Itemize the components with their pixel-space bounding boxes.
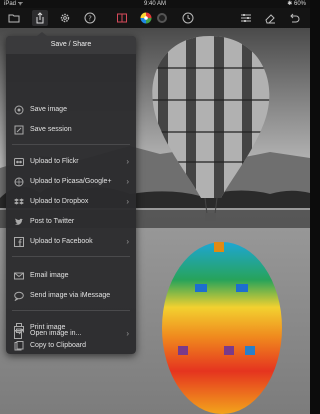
color-wheel-icon[interactable] <box>138 10 154 26</box>
sliders-icon[interactable] <box>238 10 254 26</box>
menu-item-dropbox[interactable]: Upload to Dropbox › <box>6 194 136 210</box>
gear-icon[interactable] <box>57 10 73 26</box>
menu-item-label: Upload to Picasa/Google+ <box>30 178 112 185</box>
save-session-icon <box>14 125 24 135</box>
menu-item-label: Upload to Facebook <box>30 238 93 245</box>
menu-item-label: Open image in... <box>30 330 82 337</box>
help-icon[interactable]: ? <box>82 10 98 26</box>
top-toolbar: ? <box>0 8 310 28</box>
eraser-icon[interactable] <box>262 10 278 26</box>
menu-item-label: Copy to Clipboard <box>30 342 87 349</box>
divider <box>12 256 130 257</box>
facebook-icon <box>14 237 24 247</box>
twitter-icon <box>15 218 23 225</box>
popover-title: Save / Share <box>6 36 136 54</box>
dropbox-icon <box>14 198 24 205</box>
menu-item-label: Send image via iMessage <box>30 292 111 299</box>
chevron-right-icon: › <box>126 197 129 206</box>
open-in-icon <box>14 329 24 339</box>
chevron-right-icon: › <box>126 177 129 186</box>
menu-item-imessage[interactable]: Send image via iMessage <box>6 288 136 304</box>
toggle-icon[interactable] <box>154 10 170 26</box>
email-icon <box>14 272 24 280</box>
menu-item-save-image[interactable]: Save image <box>6 102 136 118</box>
chevron-right-icon: › <box>126 237 129 246</box>
save-share-popover: Save / Share Save image Save session Upl… <box>6 32 136 354</box>
menu-item-picasa[interactable]: Upload to Picasa/Google+ › <box>6 174 136 190</box>
menu-item-label: Upload to Flickr <box>30 158 79 165</box>
divider <box>12 310 130 311</box>
compare-icon[interactable] <box>114 10 130 26</box>
save-image-icon <box>14 105 24 115</box>
flickr-icon <box>14 158 24 166</box>
battery-indicator: ✱ 60% <box>287 1 306 7</box>
status-bar: iPad ᯤ 9:40 AM ✱ 60% <box>0 0 310 8</box>
undo-icon[interactable] <box>286 10 302 26</box>
divider <box>12 144 130 145</box>
clipboard-icon <box>14 341 24 351</box>
picasa-icon <box>14 177 24 187</box>
menu-item-label: Email image <box>30 272 69 279</box>
menu-item-label: Post to Twitter <box>30 218 75 225</box>
share-icon[interactable] <box>32 10 48 26</box>
folder-icon[interactable] <box>6 10 22 26</box>
history-icon[interactable] <box>180 10 196 26</box>
menu-item-label: Upload to Dropbox <box>30 198 89 205</box>
chevron-right-icon: › <box>126 329 129 338</box>
imessage-icon <box>14 291 24 301</box>
svg-text:?: ? <box>88 15 92 23</box>
menu-item-email[interactable]: Email image <box>6 268 136 284</box>
menu-item-flickr[interactable]: Upload to Flickr › <box>6 154 136 170</box>
clock: 9:40 AM <box>143 1 166 7</box>
menu-item-label: Save image <box>30 106 67 113</box>
menu-item-save-session[interactable]: Save session <box>6 122 136 138</box>
menu-item-facebook[interactable]: Upload to Facebook › <box>6 234 136 250</box>
menu-item-open-in[interactable]: Open image in... › <box>6 326 136 342</box>
menu-item-label: Save session <box>30 126 72 133</box>
menu-item-twitter[interactable]: Post to Twitter <box>6 214 136 230</box>
chevron-right-icon: › <box>126 157 129 166</box>
